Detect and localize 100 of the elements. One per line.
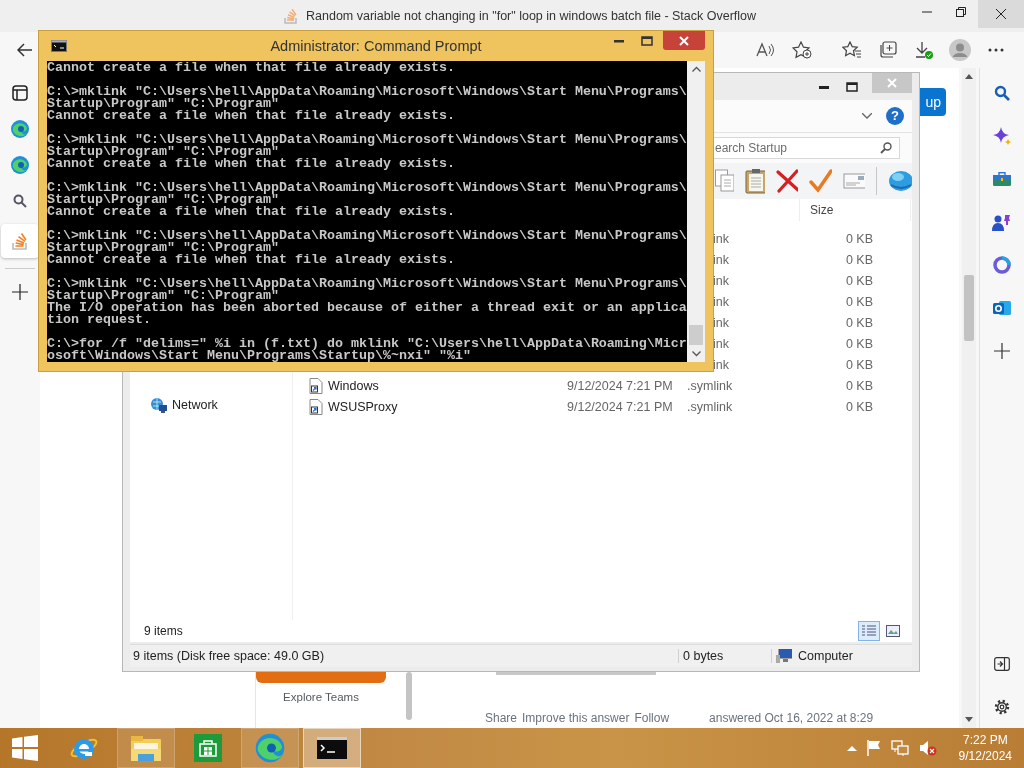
console-line: C:\>mklink "C:\Users\hell\AppData\Roaming\Microsoft\Windows\Start Menu\Programs\ (47, 230, 687, 242)
stack-icon (284, 8, 298, 24)
minimize-icon (614, 39, 624, 43)
collections-icon (878, 41, 898, 59)
console-line: osoft\Windows\Start Menu\Programs\Startup\%~nxi" "%i" (47, 350, 471, 362)
computer-icon (776, 649, 792, 663)
checkmark-icon[interactable] (809, 169, 832, 193)
windows-logo-icon (12, 735, 38, 761)
nav-item[interactable]: Network (172, 398, 218, 412)
console-line: Cannot create a file when that file already exists. (47, 62, 455, 74)
shortcut-file-icon (309, 377, 323, 394)
scroll-up-icon[interactable] (691, 66, 701, 72)
browser-logo-icon (10, 119, 30, 139)
avatar-icon (949, 39, 971, 61)
scrollbar[interactable] (496, 672, 656, 675)
console-line: C:\>mklink "C:\Users\hell\AppData\Roaming\Microsoft\Windows\Start Menu\Programs\ (47, 86, 687, 98)
network-icon[interactable] (890, 740, 909, 756)
search-icon (13, 194, 27, 208)
tab-actions-icon (12, 85, 28, 101)
file-type: ink (713, 273, 729, 288)
close-button[interactable] (663, 31, 705, 50)
settings-icon (993, 698, 1011, 716)
file-size: 0 KB (845, 378, 873, 393)
show-hidden-icons-icon[interactable] (846, 745, 857, 751)
image-view-icon (886, 625, 900, 637)
console-line: C:\>for /f "delims=" %i in (f.txt) do mklink "C:\Users\hell\AppData\Roaming\Micr (47, 338, 687, 350)
scroll-thumb[interactable] (689, 325, 703, 345)
console-icon (317, 737, 347, 759)
download-icon (914, 41, 934, 59)
plus-icon (994, 343, 1010, 359)
file-size: 0 KB (845, 252, 873, 267)
file-size: 0 KB (845, 294, 873, 309)
post-action-link[interactable]: Share (485, 711, 518, 725)
scroll-up-icon[interactable] (965, 74, 973, 79)
scroll-thumb[interactable] (964, 275, 974, 341)
file-type: ink (713, 231, 729, 246)
post-action-link[interactable]: Improve this answer (522, 711, 630, 725)
scroll-down-icon[interactable] (965, 717, 973, 722)
answered-date: answered Oct 16, 2022 at 8:29 (709, 711, 874, 725)
panel-icon (994, 657, 1010, 671)
close-icon (996, 9, 1006, 19)
file-date: 9/12/2024 7:21 PM (567, 399, 673, 414)
person-chess-icon (992, 213, 1012, 231)
maximize-icon (846, 82, 858, 92)
search-field[interactable]: earch Startup (714, 137, 900, 159)
file-size: 0 KB (845, 357, 873, 372)
flag-icon[interactable] (866, 740, 881, 756)
file-type: .symlink (687, 378, 733, 393)
signup-button[interactable]: up (919, 88, 946, 116)
minimize-icon (819, 85, 829, 89)
help-button[interactable]: ? (886, 107, 904, 125)
console-line: C:\>mklink "C:\Users\hell\AppData\Roaming\Microsoft\Windows\Start Menu\Programs\ (47, 182, 687, 194)
column-header[interactable]: Size (799, 199, 911, 221)
clock-time[interactable]: 7:22 PM (962, 732, 1008, 748)
post-action-link[interactable]: Follow (634, 711, 670, 725)
scrollbar[interactable] (406, 672, 412, 720)
browser-logo-icon (10, 155, 30, 175)
copy-icon[interactable] (715, 169, 734, 193)
window-title: Random variable not changing in "for" loop in windows batch file - Stack Overflow (306, 9, 757, 23)
star-plus-icon (792, 41, 812, 59)
toolbox-icon (993, 172, 1011, 186)
file-size: 0 KB (845, 315, 873, 330)
muted-speaker-icon[interactable] (918, 740, 937, 756)
search-icon (880, 142, 892, 154)
file-type: ink (713, 294, 729, 309)
console-line: Startup\Program" "C:\Program" (47, 290, 279, 302)
console-line: Cannot create a file when that file already exists. (47, 110, 455, 122)
console-line: Cannot create a file when that file already exists. (47, 254, 455, 266)
status-text: 9 items (Disk free space: 49.0 GB) (132, 649, 326, 663)
chevron-down-icon[interactable] (862, 113, 872, 119)
close-icon (679, 35, 689, 46)
file-type: .symlink (687, 399, 733, 414)
folder-icon (130, 734, 162, 762)
file-name[interactable]: WSUSProxy (328, 399, 398, 414)
clock-date[interactable]: 9/12/2024 (958, 748, 1012, 764)
network-icon (150, 397, 168, 413)
delete-icon[interactable] (776, 169, 799, 193)
file-type: ink (713, 315, 729, 330)
ring-icon (993, 256, 1011, 274)
file-name[interactable]: Windows (328, 378, 379, 393)
maximize-icon (641, 36, 653, 46)
scroll-down-icon[interactable] (691, 351, 701, 357)
explore-teams-link[interactable]: Explore Teams (283, 691, 359, 703)
console-line: C:\>mklink "C:\Users\hell\AppData\Roaming\Microsoft\Windows\Start Menu\Programs\ (47, 134, 687, 146)
console-line: tion request. (47, 314, 151, 326)
stack-icon (12, 232, 28, 250)
console-line: Startup\Program" "C:\Program" (47, 98, 279, 110)
details-view-icon (862, 625, 876, 637)
file-size: 0 KB (845, 399, 873, 414)
page-scrollbar[interactable] (962, 68, 976, 728)
taskbar-app-button[interactable] (303, 728, 361, 768)
back-arrow-icon (17, 43, 33, 57)
minimize-icon (922, 11, 932, 13)
console-scrollbar[interactable] (687, 61, 705, 362)
file-date: 9/12/2024 7:21 PM (567, 378, 673, 393)
paste-icon[interactable] (744, 168, 765, 194)
close-icon (887, 78, 897, 88)
file-size: 0 KB (845, 231, 873, 246)
file-size: 0 KB (845, 336, 873, 351)
file-type: ink (713, 252, 729, 267)
